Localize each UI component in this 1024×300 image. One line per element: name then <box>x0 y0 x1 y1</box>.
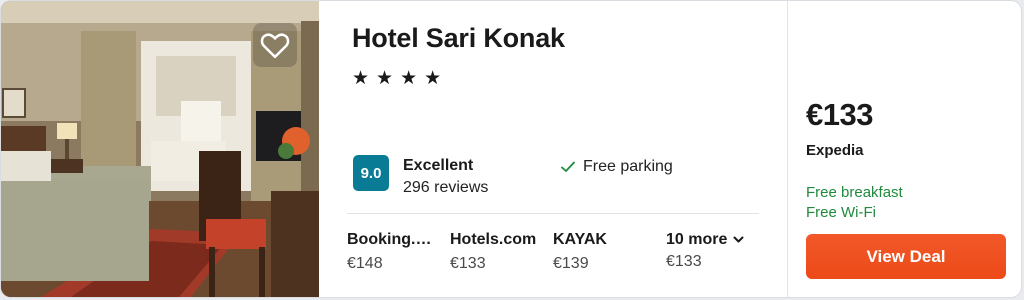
more-providers-price: €133 <box>666 253 702 270</box>
perk-free-wifi: Free Wi-Fi <box>806 204 876 221</box>
hotel-result-card[interactable]: Hotel Sari Konak ★★★★ 9.0 Excellent 296 … <box>1 1 1021 297</box>
hotel-info: Hotel Sari Konak ★★★★ 9.0 Excellent 296 … <box>319 1 787 297</box>
star-rating: ★★★★ <box>352 68 449 89</box>
checkmark-icon <box>561 161 575 172</box>
chevron-down-icon <box>733 236 744 243</box>
more-providers-dropdown[interactable]: 10 more €133 <box>666 231 744 271</box>
hotel-photo[interactable] <box>1 1 319 297</box>
provider-name: Hotels.com <box>450 231 537 248</box>
provider-name: Booking.… <box>347 231 432 248</box>
more-providers-label: 10 more <box>666 231 728 248</box>
provider-price: €148 <box>347 255 383 272</box>
provider-price: €139 <box>553 255 589 272</box>
provider-price: €133 <box>450 255 486 272</box>
deal-provider: Expedia <box>806 142 864 159</box>
amenity-label: Free parking <box>583 158 673 175</box>
hotel-name[interactable]: Hotel Sari Konak <box>352 23 565 54</box>
provider-hotels-com[interactable]: Hotels.com €133 <box>450 231 536 273</box>
favorite-button[interactable] <box>253 23 297 67</box>
deal-price: €133 <box>806 97 873 132</box>
review-score-badge: 9.0 <box>353 155 389 191</box>
provider-booking[interactable]: Booking.… €148 <box>347 231 431 273</box>
heart-outline-icon <box>260 33 290 59</box>
view-deal-button[interactable]: View Deal <box>806 234 1006 279</box>
provider-name: KAYAK <box>553 231 607 248</box>
best-deal-panel: €133 Expedia Free breakfast Free Wi-Fi V… <box>788 1 1021 297</box>
amenity-free-parking: Free parking <box>561 158 673 176</box>
review-count[interactable]: 296 reviews <box>403 179 488 197</box>
provider-kayak[interactable]: KAYAK €139 <box>553 231 607 273</box>
divider <box>347 213 759 214</box>
rating-label: Excellent <box>403 157 474 174</box>
perk-free-breakfast: Free breakfast <box>806 184 903 201</box>
